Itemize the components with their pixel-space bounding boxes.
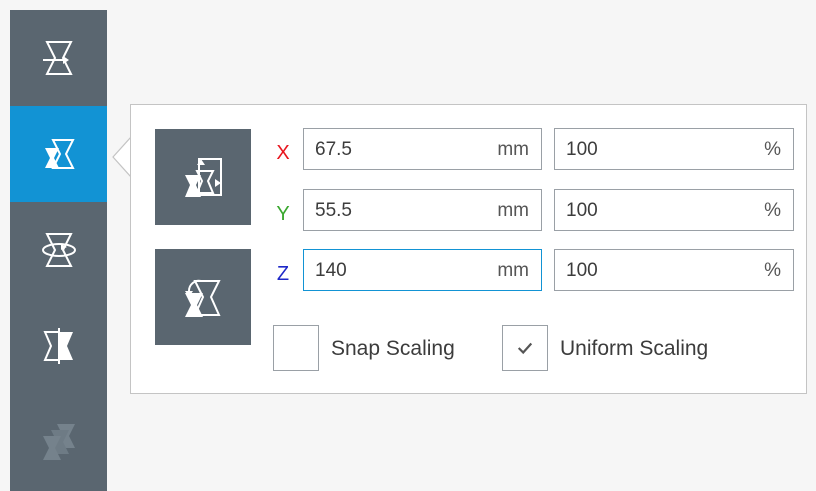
x-mm-unit: mm <box>497 139 529 160</box>
scale-to-max-button[interactable] <box>155 129 251 225</box>
uniform-scaling-label: Uniform Scaling <box>560 337 709 360</box>
uniform-scaling-checkbox[interactable] <box>502 325 548 371</box>
move-tool-button[interactable] <box>10 10 107 106</box>
z-mm-value: 140 <box>315 260 347 281</box>
reset-scale-button[interactable] <box>155 249 251 345</box>
y-percent-unit: % <box>764 200 781 221</box>
x-axis-label: X <box>276 142 290 164</box>
z-percent-input[interactable]: 100 % <box>554 249 794 291</box>
x-percent-value: 100 <box>566 139 598 160</box>
tool-toolbar <box>10 10 107 491</box>
scale-to-max-icon <box>185 158 222 197</box>
move-tool-icon <box>42 41 73 75</box>
y-axis-label: Y <box>276 203 290 225</box>
mirror-tool-icon <box>42 328 73 364</box>
snap-scaling-checkbox[interactable] <box>273 325 319 371</box>
y-percent-value: 100 <box>566 200 598 221</box>
reset-scale-icon <box>185 279 221 317</box>
z-axis-label: Z <box>276 263 290 285</box>
y-percent-input[interactable]: 100 % <box>554 189 794 231</box>
z-percent-unit: % <box>764 260 781 281</box>
scale-tool-button[interactable] <box>10 106 107 202</box>
x-percent-unit: % <box>764 139 781 160</box>
per-model-settings-button[interactable] <box>10 394 107 490</box>
x-mm-input[interactable]: 67.5 mm <box>303 128 542 170</box>
rotate-tool-icon <box>41 233 76 267</box>
checkmark-icon <box>517 342 533 355</box>
z-mm-input[interactable]: 140 mm <box>303 249 542 291</box>
z-percent-value: 100 <box>566 260 598 281</box>
scale-tool-icon <box>44 139 75 169</box>
y-mm-unit: mm <box>497 200 529 221</box>
rotate-tool-button[interactable] <box>10 202 107 298</box>
mirror-tool-button[interactable] <box>10 298 107 394</box>
y-mm-value: 55.5 <box>315 200 352 221</box>
y-mm-input[interactable]: 55.5 mm <box>303 189 542 231</box>
z-mm-unit: mm <box>497 260 529 281</box>
per-model-settings-icon <box>42 424 75 460</box>
x-mm-value: 67.5 <box>315 139 352 160</box>
x-percent-input[interactable]: 100 % <box>554 128 794 170</box>
snap-scaling-label: Snap Scaling <box>331 337 455 360</box>
